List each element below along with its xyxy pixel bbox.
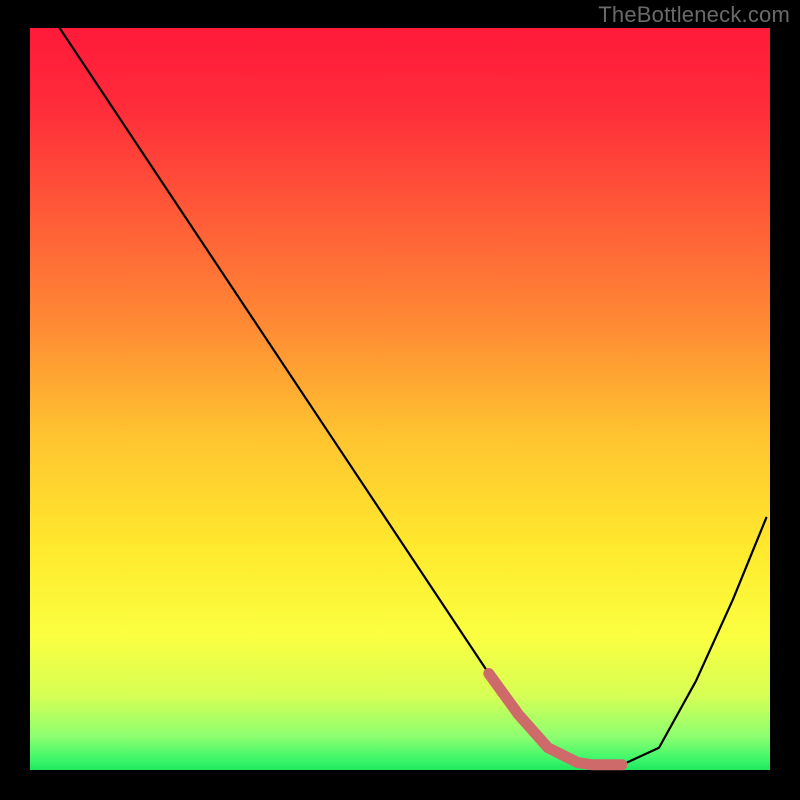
chart-container: TheBottleneck.com <box>0 0 800 800</box>
bottleneck-chart <box>0 0 800 800</box>
watermark-text: TheBottleneck.com <box>598 2 790 28</box>
plot-background <box>30 28 770 770</box>
